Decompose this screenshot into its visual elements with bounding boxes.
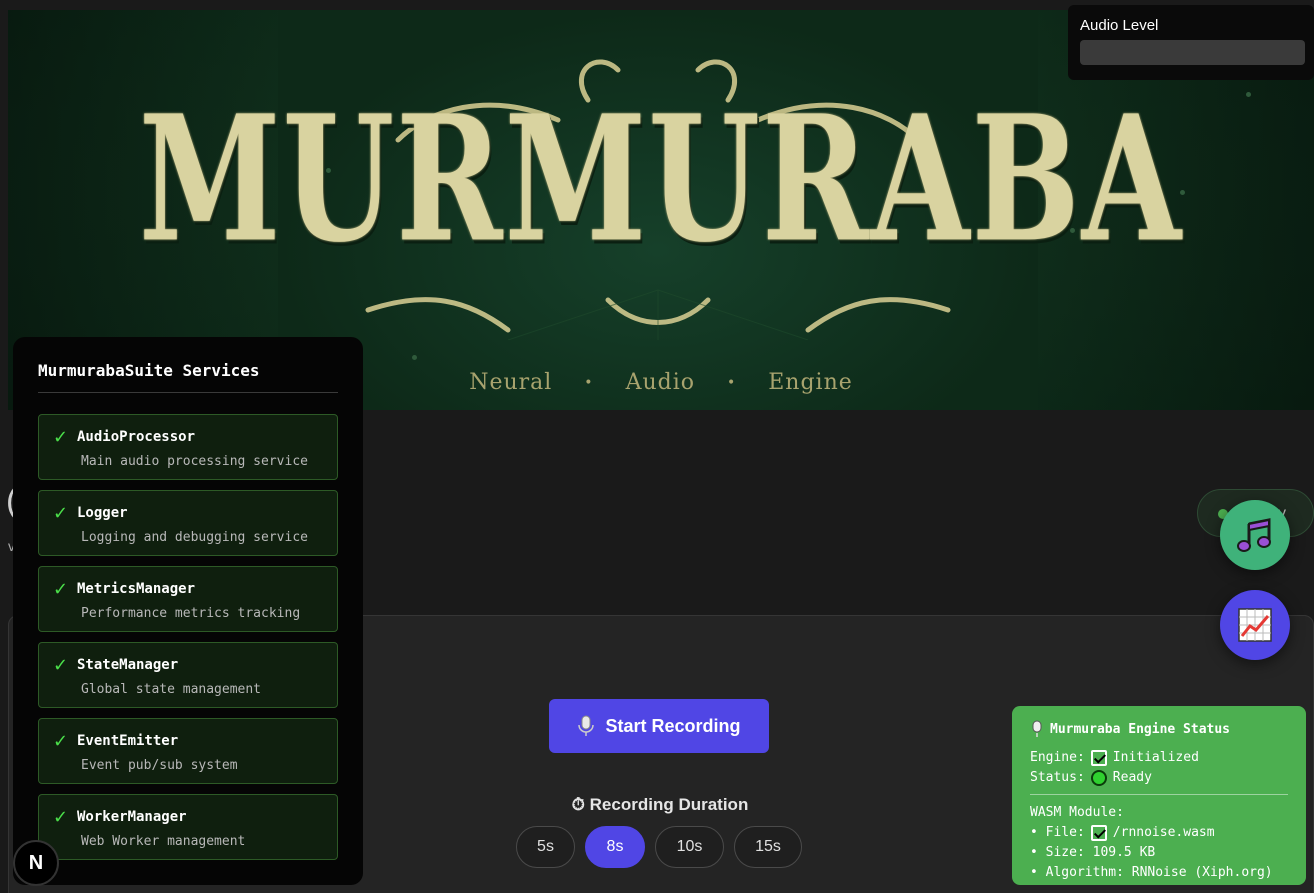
check-icon: ✓ xyxy=(53,655,69,676)
tagline-separator: • xyxy=(726,375,737,391)
service-name: WorkerManager xyxy=(77,809,187,825)
check-icon: ✓ xyxy=(53,427,69,448)
service-name: MetricsManager xyxy=(77,581,196,597)
engine-row: Engine: Initialized xyxy=(1030,748,1288,768)
start-recording-button[interactable]: Start Recording xyxy=(549,699,769,753)
recording-duration-label: ⏱ Recording Duration xyxy=(540,795,780,815)
status-row: Status: Ready xyxy=(1030,768,1288,788)
services-title: MurmurabaSuite Services xyxy=(38,361,338,393)
stopwatch-icon: ⏱ xyxy=(571,795,585,814)
audio-level-bar xyxy=(1080,40,1305,65)
tagline-separator: • xyxy=(584,375,594,391)
tagline-word: Neural xyxy=(469,370,553,395)
service-item: ✓ AudioProcessor Main audio processing ser… xyxy=(38,414,338,480)
divider xyxy=(1030,794,1288,795)
engine-status-title: Murmuraba Engine Status xyxy=(1030,720,1288,738)
audio-level-label: Audio Level xyxy=(1080,17,1159,34)
tagline-word: Audio xyxy=(625,370,695,395)
wasm-file-value: /rnnoise.wasm xyxy=(1112,825,1215,840)
status-label: Status: xyxy=(1030,770,1085,785)
duration-5s-button[interactable]: 5s xyxy=(516,826,575,868)
chart-button[interactable] xyxy=(1220,590,1290,660)
music-button[interactable] xyxy=(1220,500,1290,570)
wasm-file-label: • File: xyxy=(1030,825,1085,840)
service-name: StateManager xyxy=(77,657,179,673)
green-circle-icon xyxy=(1090,770,1107,786)
recording-duration-text: Recording Duration xyxy=(589,795,749,814)
status-value: Ready xyxy=(1112,770,1152,785)
service-name: EventEmitter xyxy=(77,733,179,749)
wasm-title: WASM Module: xyxy=(1030,805,1124,820)
wasm-algorithm: • Algorithm: RNNoise (Xiph.org) xyxy=(1030,865,1273,880)
service-item: ✓ EventEmitter Event pub/sub system xyxy=(38,718,338,784)
engine-status-panel: Murmuraba Engine Status Engine: Initiali… xyxy=(1012,706,1306,885)
engine-value: Initialized xyxy=(1112,750,1199,765)
tagline-word: Engine xyxy=(768,370,853,395)
service-item: ✓ Logger Logging and debugging service xyxy=(38,490,338,556)
service-item: ✓ WorkerManager Web Worker management xyxy=(38,794,338,860)
check-icon: ✓ xyxy=(53,731,69,752)
check-icon: ✓ xyxy=(53,579,69,600)
service-item: ✓ MetricsManager Performance metrics track… xyxy=(38,566,338,632)
logo-wordmark: MURMURABA xyxy=(138,78,1184,282)
service-item: ✓ StateManager Global state management xyxy=(38,642,338,708)
start-recording-label: Start Recording xyxy=(605,715,741,736)
duration-15s-button[interactable]: 15s xyxy=(734,826,802,868)
duration-10s-button[interactable]: 10s xyxy=(655,826,724,868)
check-icon: ✓ xyxy=(53,807,69,828)
chart-icon xyxy=(1238,608,1272,642)
service-description: Global state management xyxy=(81,682,262,697)
audio-level-panel: Audio Level xyxy=(1068,5,1314,80)
microphone-icon xyxy=(578,715,595,736)
wasm-file-row: • File: /rnnoise.wasm xyxy=(1030,823,1288,843)
service-description: Performance metrics tracking xyxy=(81,606,301,621)
checkbox-icon xyxy=(1090,750,1107,766)
duration-8s-button[interactable]: 8s xyxy=(585,826,645,868)
music-note-icon xyxy=(1237,518,1271,552)
check-icon: ✓ xyxy=(53,503,69,524)
service-description: Logging and debugging service xyxy=(81,530,308,545)
service-description: Event pub/sub system xyxy=(81,758,238,773)
engine-label: Engine: xyxy=(1030,750,1085,765)
service-name: AudioProcessor xyxy=(77,429,196,445)
engine-status-title-text: Murmuraba Engine Status xyxy=(1050,721,1231,737)
microphone-icon xyxy=(1032,720,1042,737)
service-description: Web Worker management xyxy=(81,834,246,849)
wasm-size: • Size: 109.5 KB xyxy=(1030,845,1156,860)
checkbox-icon xyxy=(1090,825,1107,841)
service-name: Logger xyxy=(77,505,128,521)
service-description: Main audio processing service xyxy=(81,454,308,469)
hero-dot xyxy=(412,355,417,360)
next-badge[interactable]: N xyxy=(13,840,59,886)
